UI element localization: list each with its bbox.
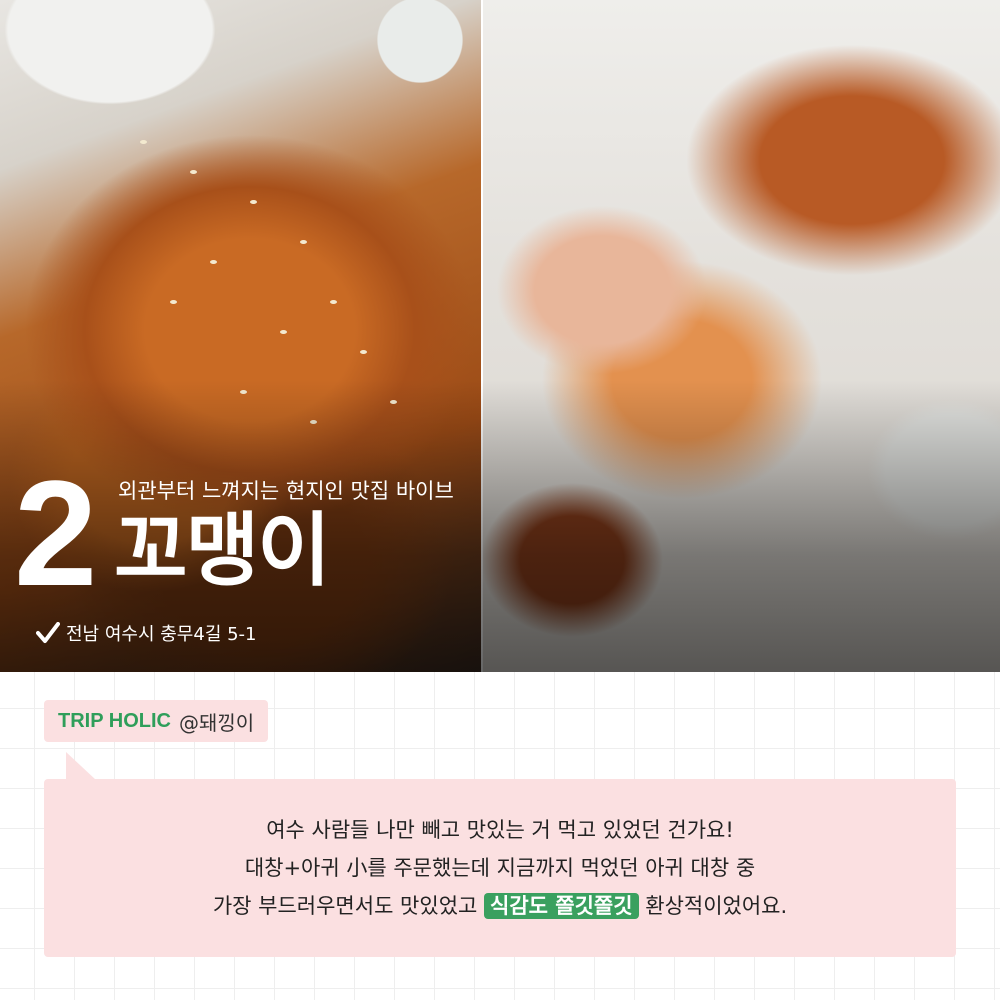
- tagline: 외관부터 느껴지는 현지인 맛집 바이브: [118, 479, 454, 503]
- bubble-tail: [66, 752, 96, 780]
- review-highlight: 식감도 쫄깃쫄깃: [484, 893, 639, 919]
- brand-label: TRIP HOLIC: [58, 709, 171, 732]
- review-line-3: 가장 부드러우면서도 맛있었고 식감도 쫄깃쫄깃 환상적이었어요.: [213, 887, 787, 925]
- restaurant-name: 꼬맹이: [114, 504, 331, 597]
- address: 전남 여수시 충무4길 5-1: [36, 620, 257, 646]
- review-line-3-end: 환상적이었어요.: [638, 894, 788, 918]
- author-tag: TRIP HOLIC @돼낑이: [44, 700, 269, 742]
- address-text: 전남 여수시 충무4길 5-1: [66, 624, 257, 645]
- ranking-number: 2: [14, 449, 97, 617]
- review-bubble: 여수 사람들 나만 빼고 맛있는 거 먹고 있었던 건가요! 대창+아귀 小를 …: [44, 779, 956, 957]
- review-line-1: 여수 사람들 나만 빼고 맛있는 거 먹고 있었던 건가요!: [266, 818, 734, 842]
- review-line-2: 대창+아귀 小를 주문했는데 지금까지 먹었던 아귀 대창 중: [244, 856, 756, 880]
- author-handle: @돼낑이: [178, 710, 255, 735]
- review-line-3-start: 가장 부드러우면서도 맛있었고: [212, 894, 485, 918]
- check-icon: [36, 622, 60, 643]
